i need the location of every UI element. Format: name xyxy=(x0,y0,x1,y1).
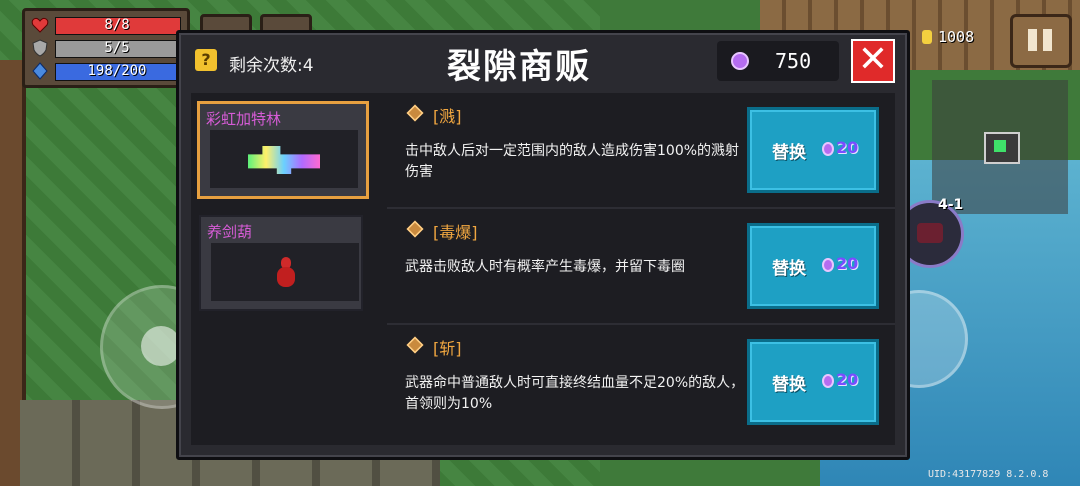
trait-gem-icon xyxy=(406,104,424,122)
shield-icon xyxy=(32,39,48,57)
coin-counter: 1008 xyxy=(922,28,974,46)
replace-label: 替换 xyxy=(772,143,806,163)
hp-value: 8/8 xyxy=(104,17,130,33)
trait-row: [毒爆] 武器击败敌人时有概率产生毒爆，并留下毒圈 替换 20 xyxy=(387,209,895,325)
replace-label: 替换 xyxy=(772,375,806,395)
help-icon[interactable]: ? xyxy=(195,49,217,71)
coin-value: 1008 xyxy=(938,28,975,46)
replace-cost: 20 xyxy=(836,254,859,273)
trait-description: 武器命中普通敌人时可直接终结血量不足20%的敌人，首领则为10% xyxy=(405,375,745,412)
replace-button[interactable]: 替换 20 xyxy=(747,339,879,425)
trait-name: [毒爆] xyxy=(433,223,478,242)
weapon-list: 彩虹加特林 养剑葫 xyxy=(191,93,397,445)
replace-button[interactable]: 替换 20 xyxy=(747,223,879,309)
gem-icon xyxy=(822,258,834,272)
hp-row: 8/8 xyxy=(31,15,181,35)
minimap-player-marker xyxy=(994,140,1006,152)
dialog-header: ? 剩余次数:4 裂隙商贩 750 ✕ xyxy=(179,33,907,89)
sword-gourd-icon xyxy=(277,257,295,289)
replace-button[interactable]: 替换 20 xyxy=(747,107,879,193)
heart-icon xyxy=(31,17,49,33)
weapon-name: 养剑葫 xyxy=(207,223,253,241)
trait-list: [溅] 击中敌人后对一定范围内的敌人造成伤害100%的溅射伤害 替换 20 [毒… xyxy=(387,93,895,445)
weapon-image xyxy=(211,243,359,301)
pause-button[interactable] xyxy=(1010,14,1072,68)
weapon-image xyxy=(210,130,358,188)
level-indicator: 4-1 xyxy=(938,197,964,213)
trait-description: 武器击败敌人时有概率产生毒爆，并留下毒圈 xyxy=(405,259,685,275)
player-stats-panel: 8/8 5/5 198/200 xyxy=(22,8,190,88)
gem-icon xyxy=(822,374,834,388)
weapon-name: 彩虹加特林 xyxy=(206,110,282,128)
energy-crystal-icon xyxy=(32,62,48,80)
armor-row: 5/5 xyxy=(31,38,181,58)
uid-version-label: UID:43177829 8.2.0.8 xyxy=(928,469,1049,480)
gem-balance: 750 xyxy=(717,41,839,81)
joystick-knob[interactable] xyxy=(141,326,181,366)
trait-row: [斩] 武器命中普通敌人时可直接终结血量不足20%的敌人，首领则为10% 替换 … xyxy=(387,325,895,439)
replace-cost: 20 xyxy=(836,370,859,389)
replace-cost: 20 xyxy=(836,138,859,157)
remaining-count: 剩余次数:4 xyxy=(229,56,314,76)
armor-value: 5/5 xyxy=(104,40,130,56)
gem-icon xyxy=(822,142,834,156)
gem-value: 750 xyxy=(775,49,812,73)
energy-value: 198/200 xyxy=(87,63,147,79)
energy-row: 198/200 xyxy=(31,61,181,81)
trait-name: [斩] xyxy=(433,339,462,358)
weapon-card-sword-gourd[interactable]: 养剑葫 xyxy=(199,215,363,311)
coin-icon xyxy=(922,30,932,44)
trait-name: [溅] xyxy=(433,107,462,126)
dialog-title: 裂隙商贩 xyxy=(447,47,591,87)
trait-gem-icon xyxy=(406,336,424,354)
gem-icon xyxy=(731,52,749,70)
trait-description: 击中敌人后对一定范围内的敌人造成伤害100%的溅射伤害 xyxy=(405,143,740,180)
rift-merchant-dialog: ? 剩余次数:4 裂隙商贩 750 ✕ 彩虹加特林 养剑葫 [溅] 击中敌人后对… xyxy=(176,30,910,460)
replace-label: 替换 xyxy=(772,259,806,279)
rainbow-gatling-icon xyxy=(248,146,320,174)
close-button[interactable]: ✕ xyxy=(851,39,895,83)
weapon-card-rainbow-gatling[interactable]: 彩虹加特林 xyxy=(197,101,369,199)
minimap[interactable] xyxy=(932,80,1068,214)
trait-gem-icon xyxy=(406,220,424,238)
pause-icon xyxy=(1028,29,1037,51)
trait-row: [溅] 击中敌人后对一定范围内的敌人造成伤害100%的溅射伤害 替换 20 xyxy=(387,93,895,209)
